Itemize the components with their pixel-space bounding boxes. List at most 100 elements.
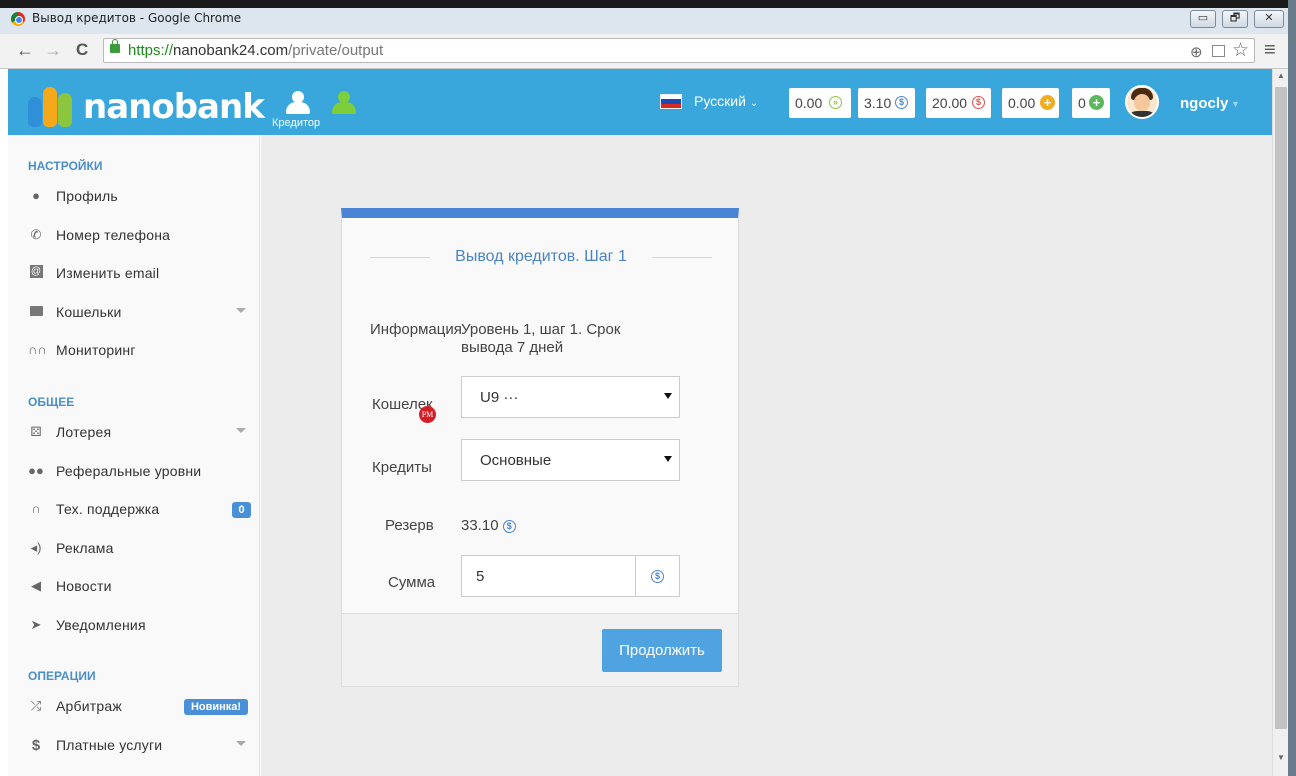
usd-red-icon: $: [972, 96, 985, 109]
scroll-thumb[interactable]: [1275, 87, 1287, 729]
sidebar-item-label: Тех. поддержка: [56, 501, 160, 517]
usd-blue-icon: $: [895, 96, 908, 109]
withdraw-form-panel: Вывод кредитов. Шаг 1 Информация Уровень…: [341, 208, 739, 687]
forward-arrow-icon[interactable]: →: [44, 40, 62, 60]
users-icon: ●●: [28, 463, 44, 478]
scroll-up-icon[interactable]: ▲: [1277, 71, 1285, 80]
avatar[interactable]: [1125, 85, 1159, 119]
sidebar-item-referral-levels[interactable]: ●● Реферальные уровни: [8, 457, 260, 487]
balance-value: 0: [1078, 95, 1086, 111]
sidebar-section-title: ОБЩЕЕ: [28, 395, 75, 409]
sidebar-item-label: Номер телефона: [56, 227, 171, 243]
url-text: https://nanobank24.com/private/output: [128, 42, 383, 59]
window-titlebar: Вывод кредитов - Google Chrome ▭ 🗗 ✕: [0, 0, 1296, 34]
sidebar-item-label: Реклама: [56, 540, 114, 556]
headset-icon: ∩: [31, 501, 41, 516]
creditor-role-icon[interactable]: [286, 91, 310, 115]
select-arrow-icon: [664, 393, 672, 399]
amount-label: Сумма: [388, 574, 436, 591]
url-path: /private/output: [288, 42, 384, 59]
sidebar-item-support[interactable]: ∩ Тех. поддержка 0: [8, 495, 260, 525]
username[interactable]: ngocly: [1180, 95, 1228, 112]
browser-toolbar: ← → C https://nanobank24.com/private/out…: [0, 34, 1296, 69]
chrome-menu-icon[interactable]: ≡: [1264, 40, 1276, 60]
new-badge: Новинка!: [184, 699, 248, 715]
amount-input[interactable]: [461, 555, 636, 597]
minimize-button[interactable]: ▭: [1190, 10, 1216, 28]
sidebar-item-phone[interactable]: ✆ Номер телефона: [8, 221, 260, 251]
panel-heading: Вывод кредитов. Шаг 1: [370, 248, 712, 268]
balance-value: 0.00: [795, 95, 823, 111]
sidebar-item-advertising[interactable]: ◂) Реклама: [8, 534, 260, 564]
role-label: Кредитор: [272, 117, 321, 129]
restore-button[interactable]: 🗗: [1222, 10, 1248, 28]
balance-box[interactable]: 3.10 $: [858, 88, 915, 118]
send-icon: ➤: [30, 617, 42, 632]
address-bar[interactable]: https://nanobank24.com/private/output ⊕ …: [103, 38, 1255, 63]
logo-bar-green-icon: [58, 93, 72, 127]
amount-currency-addon: $: [635, 555, 680, 597]
play-circle-icon: »: [829, 96, 842, 109]
sidebar-item-notifications[interactable]: ➤ Уведомления: [8, 611, 260, 641]
sidebar-item-label: Профиль: [56, 188, 118, 204]
panel-footer: Продолжить: [342, 613, 738, 686]
back-arrow-icon[interactable]: ←: [16, 40, 34, 60]
reload-icon[interactable]: C: [76, 40, 88, 60]
plus-orange-icon: +: [1040, 95, 1055, 110]
sidebar-item-paid-services[interactable]: $ Платные услуги: [8, 731, 260, 761]
main-content: Вывод кредитов. Шаг 1 Информация Уровень…: [261, 135, 1272, 776]
balance-value: 20.00: [932, 95, 968, 111]
sidebar-item-email[interactable]: @ Изменить email: [8, 259, 260, 289]
sidebar-item-wallets[interactable]: Кошельки: [8, 298, 260, 328]
nanobank-logo[interactable]: nanobank: [26, 77, 265, 127]
chevron-down-icon[interactable]: ▼: [1231, 99, 1240, 109]
credits-select-value: Основные: [480, 452, 552, 469]
sidebar-item-monitoring[interactable]: ∩∩ Мониторинг: [8, 336, 260, 366]
balance-value: 0.00: [1008, 95, 1036, 111]
balance-box[interactable]: 0 +: [1072, 88, 1110, 118]
russia-flag-icon: [660, 94, 682, 109]
info-label: Информация: [370, 321, 462, 338]
caret-down-icon: [236, 428, 246, 433]
balance-box[interactable]: 0.00 +: [1002, 88, 1059, 118]
zoom-icon[interactable]: ⊕: [1190, 43, 1203, 61]
chrome-logo-icon: [11, 12, 25, 26]
sidebar-item-label: Изменить email: [56, 265, 160, 281]
translate-icon[interactable]: [1212, 45, 1225, 57]
sidebar-item-label: Арбитраж: [56, 698, 122, 714]
window-border: [1288, 0, 1296, 776]
scroll-down-icon[interactable]: ▼: [1277, 753, 1285, 762]
url-host: nanobank24.com: [173, 42, 289, 59]
wallet-select-value: U9 ···: [480, 389, 519, 406]
user-icon: ●: [32, 188, 40, 203]
language-label: Русский ⌄: [694, 93, 759, 109]
reserve-value: 33.10: [461, 517, 499, 534]
continue-button[interactable]: Продолжить: [602, 629, 722, 672]
binoculars-icon: ∩∩: [28, 342, 47, 357]
url-scheme: https://: [128, 42, 174, 59]
sidebar-item-arbitrage[interactable]: ⤮ Арбитраж Новинка!: [8, 692, 260, 722]
balance-box[interactable]: 20.00 $: [926, 88, 991, 118]
balance-box[interactable]: 0.00 »: [789, 88, 851, 118]
chevron-down-icon: ⌄: [749, 98, 759, 109]
wallet-select[interactable]: U9 ···: [461, 376, 680, 418]
sidebar-item-news[interactable]: ◀ Новости: [8, 572, 260, 602]
plus-green-icon: +: [1089, 95, 1104, 110]
sidebar-item-label: Новости: [56, 578, 112, 594]
support-count-badge: 0: [232, 502, 251, 518]
info-text-line1: Уровень 1, шаг 1. Срок: [461, 321, 621, 338]
borrower-role-icon[interactable]: [332, 91, 356, 115]
volume-icon: ◂): [30, 540, 42, 555]
at-icon: @: [29, 265, 43, 278]
dollar-icon: $: [31, 737, 41, 754]
sidebar-item-profile[interactable]: ● Профиль: [8, 182, 260, 212]
bookmark-star-icon[interactable]: ☆: [1232, 39, 1249, 62]
close-button[interactable]: ✕: [1254, 10, 1284, 28]
page-scrollbar[interactable]: ▲ ▼: [1272, 69, 1288, 776]
window-title: Вывод кредитов - Google Chrome: [32, 11, 242, 25]
info-text-line2: вывода 7 дней: [461, 339, 564, 356]
sidebar-item-lottery[interactable]: ⚄ Лотерея: [8, 418, 260, 448]
sidebar-section-title: ОПЕРАЦИИ: [28, 669, 96, 683]
sidebar-item-label: Мониторинг: [56, 342, 136, 358]
credits-select[interactable]: Основные: [461, 439, 680, 481]
